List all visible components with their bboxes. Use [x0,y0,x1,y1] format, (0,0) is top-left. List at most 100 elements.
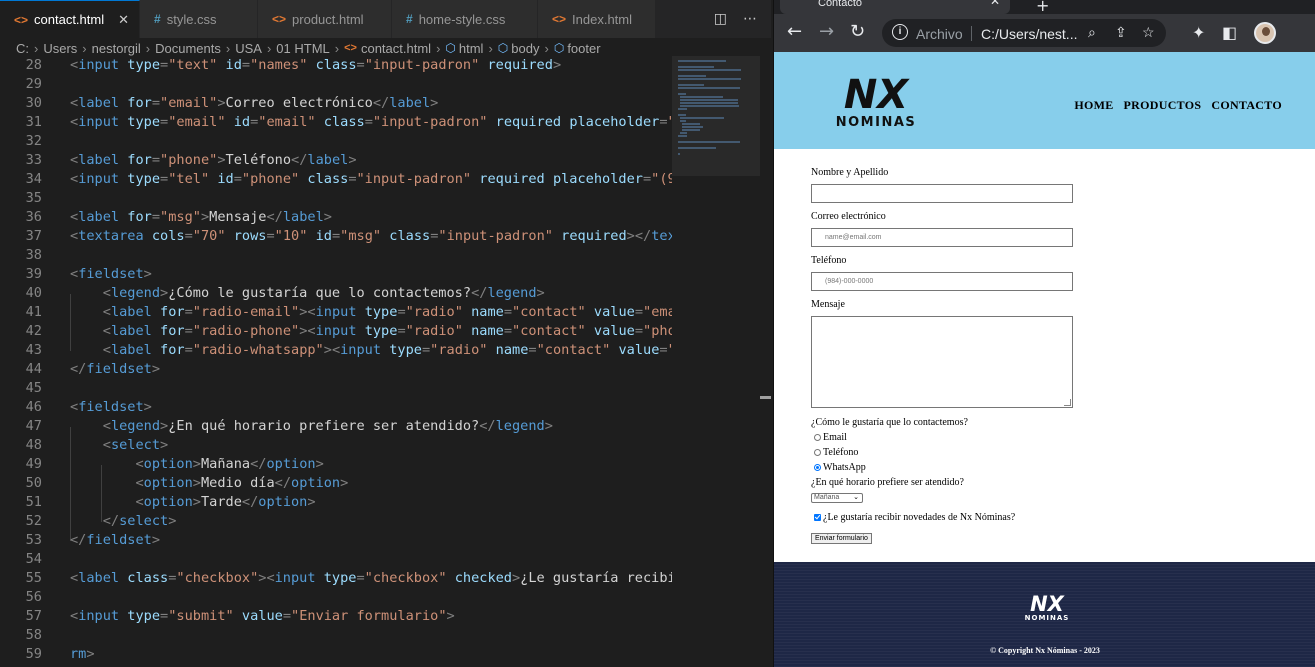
code-line[interactable]: 35 [0,189,672,208]
newsletter-checkbox[interactable]: ¿Le gustaría recibir novedades de Nx Nóm… [814,512,1015,523]
breadcrumb-item[interactable]: USA [235,41,262,56]
new-tab-icon[interactable]: + [1036,0,1049,15]
tab-index-html[interactable]: <> Index.html [538,0,657,38]
code-line[interactable]: 58 [0,626,672,645]
line-number: 32 [25,133,42,149]
reload-icon[interactable]: ↻ [850,20,865,44]
back-icon[interactable]: ← [787,20,802,44]
tab-style-css[interactable]: # style.css [140,0,259,38]
phone-input[interactable]: (984)-000-0000 [811,272,1073,291]
nav-home-link[interactable]: HOME [1074,98,1113,113]
code-line[interactable]: 28 <input type="text" id="names" class="i… [0,56,672,75]
code-line[interactable]: 55 <label class="checkbox"><input type="c… [0,569,672,588]
code-line[interactable]: 31 <input type="email" id="email" class="… [0,113,672,132]
extensions-icon[interactable]: ✦ [1192,23,1205,42]
schedule-select[interactable]: Mañana ⌄ [811,493,863,503]
code-line[interactable]: 37 <textarea cols="70" rows="10" id="msg"… [0,227,672,246]
code-line[interactable]: 39 <fieldset> [0,265,672,284]
code-line[interactable]: 33 <label for="phone">Teléfono</label> [0,151,672,170]
nx-nominas-logo[interactable]: NX NOMINAS [826,74,926,130]
address-bar[interactable]: i Archivo C:/Users/nest... ⌕ ⇪ ☆ [882,19,1166,47]
minimap-line [678,93,686,95]
zoom-icon[interactable]: ⌕ [1088,24,1096,41]
tab-contact-html[interactable]: <> contact.html ✕ [0,0,141,38]
code-line[interactable]: 32 [0,132,672,151]
forward-icon[interactable]: → [819,20,834,44]
minimap[interactable] [672,56,760,667]
profile-avatar[interactable] [1254,22,1276,44]
code-line[interactable]: 59 rm> [0,645,672,664]
code-line[interactable]: 41 <label for="radio-email"><input type=… [0,303,672,322]
name-input[interactable] [811,184,1073,203]
code-line[interactable]: 48 <select> [0,436,672,455]
tab-product-html[interactable]: <> product.html [258,0,393,38]
radio-button[interactable] [814,434,821,441]
code-editor[interactable]: 28 <input type="text" id="names" class="i… [0,56,672,667]
browser-tab[interactable]: Contacto ✕ [780,0,1010,14]
code-line[interactable]: 38 [0,246,672,265]
breadcrumb-item[interactable]: html [459,41,484,56]
email-input[interactable]: name@email.com [811,228,1073,247]
split-editor-icon[interactable]: ◫ [714,11,727,27]
minimap-line [678,114,686,116]
radio-whatsapp[interactable]: WhatsApp [814,462,866,473]
code-line[interactable]: 56 [0,588,672,607]
info-icon[interactable]: i [892,24,908,40]
breadcrumb-item[interactable]: body [511,41,539,56]
breadcrumb-item[interactable]: nestorgil [92,41,141,56]
checkbox-label: ¿Le gustaría recibir novedades de Nx Nóm… [823,512,1016,523]
radio-button[interactable] [814,449,821,456]
line-number: 54 [25,551,42,567]
bookmark-star-icon[interactable]: ☆ [1142,24,1155,41]
breadcrumb-item[interactable]: footer [567,41,600,56]
close-icon[interactable]: ✕ [118,12,129,28]
side-panel-icon[interactable]: ◧ [1222,23,1237,42]
breadcrumb-item[interactable]: C: [16,41,29,56]
more-actions-icon[interactable]: ⋯ [743,11,757,27]
radio-email[interactable]: Email [814,432,847,443]
code-line[interactable]: 46 <fieldset> [0,398,672,417]
code-line[interactable]: 50 <option>Medio día</option> [0,474,672,493]
line-number: 34 [25,171,42,187]
code-line[interactable]: 43 <label for="radio-whatsapp"><input ty… [0,341,672,360]
resize-grip-icon[interactable] [1064,399,1071,406]
share-icon[interactable]: ⇪ [1115,24,1127,41]
breadcrumb-item[interactable]: Users [43,41,77,56]
nav-productos-link[interactable]: PRODUCTOS [1124,98,1202,113]
code-line[interactable]: 42 <label for="radio-phone"><input type=… [0,322,672,341]
code-line[interactable]: 44 </fieldset> [0,360,672,379]
nav-contacto-link[interactable]: CONTACTO [1211,98,1282,113]
code-line[interactable]: 51 <option>Tarde</option> [0,493,672,512]
site-footer: NX NOMINAS © Copyright Nx Nóminas - 2023 [774,562,1315,667]
code-line[interactable]: 49 <option>Mañana</option> [0,455,672,474]
line-number: 46 [25,399,42,415]
code-line[interactable]: 52 </select> [0,512,672,531]
breadcrumb-item[interactable]: 01 HTML [276,41,329,56]
radio-phone[interactable]: Teléfono [814,447,858,458]
html-file-icon: <> [344,42,357,54]
address-url[interactable]: C:/Users/nest... [981,26,1077,42]
breadcrumb-item[interactable]: contact.html [361,41,431,56]
minimap-slider[interactable] [672,56,760,176]
code-line[interactable]: 54 [0,550,672,569]
code-line[interactable]: 30 <label for="email">Correo electrónico<… [0,94,672,113]
message-textarea[interactable] [811,316,1073,408]
close-icon[interactable]: ✕ [990,0,1000,7]
code-line[interactable]: 47 <legend>¿En qué horario prefiere ser … [0,417,672,436]
code-line[interactable]: 29 [0,75,672,94]
code-line[interactable]: 36 <label for="msg">Mensaje</label> [0,208,672,227]
code-line[interactable]: 40 <legend>¿Cómo le gustaría que lo cont… [0,284,672,303]
checkbox-checked[interactable] [814,514,821,521]
code-line[interactable]: 57 <input type="submit" value="Enviar for… [0,607,672,626]
code-line[interactable]: 53 </fieldset> [0,531,672,550]
submit-button[interactable]: Enviar formulario [811,533,872,544]
contact-legend: ¿Cómo le gustaría que lo contactemos? [811,417,968,428]
css-file-icon: # [406,12,413,26]
radio-button-checked[interactable] [814,464,821,471]
tab-home-style-css[interactable]: # home-style.css [392,0,539,38]
browser-window: Contacto ✕ + ← → ↻ i Archivo C:/Users/ne… [773,0,1315,667]
code-line[interactable]: 34 <input type="tel" id="phone" class="in… [0,170,672,189]
address-scheme-label: Archivo [916,26,963,42]
breadcrumb-item[interactable]: Documents [155,41,221,56]
code-line[interactable]: 45 [0,379,672,398]
